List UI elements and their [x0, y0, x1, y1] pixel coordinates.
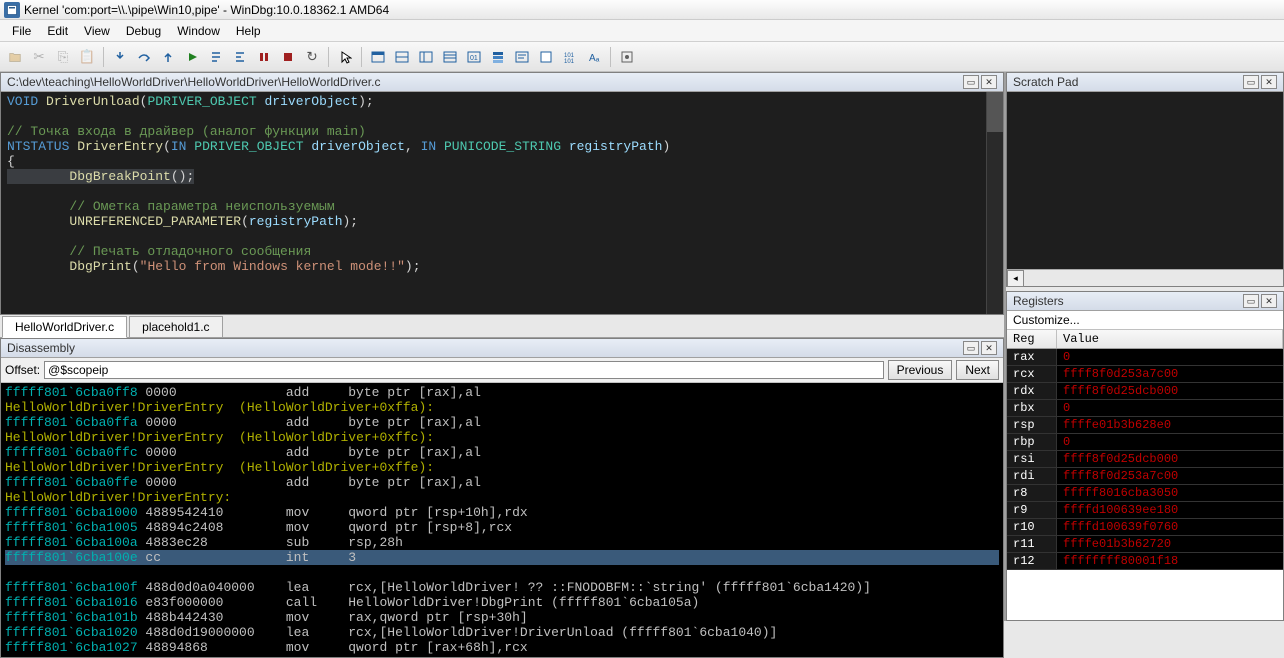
register-row[interactable]: rbp0 [1007, 434, 1283, 451]
dock-icon[interactable]: ▭ [963, 75, 979, 89]
register-row[interactable]: rbx0 [1007, 400, 1283, 417]
command-window-icon[interactable] [367, 46, 389, 68]
titlebar: Kernel 'com:port=\\.\pipe\Win10,pipe' - … [0, 0, 1284, 20]
menubar: FileEditViewDebugWindowHelp [0, 20, 1284, 42]
register-row[interactable]: rcxffff8f0d253a7c00 [1007, 366, 1283, 383]
svg-text:01: 01 [470, 55, 478, 62]
registers-pane: Registers ▭ ✕ Customize... Reg Value rax… [1006, 291, 1284, 621]
offset-label: Offset: [5, 363, 40, 377]
disassembly-listing[interactable]: fffff801`6cba0ff8 0000 add byte ptr [rax… [1, 383, 1003, 657]
register-row[interactable]: rspffffe01b3b628e0 [1007, 417, 1283, 434]
previous-button[interactable]: Previous [888, 360, 953, 380]
source-pane: C:\dev\teaching\HelloWorldDriver\HelloWo… [0, 72, 1004, 315]
close-icon[interactable]: ✕ [981, 341, 997, 355]
asm-mode-icon[interactable]: Aₐ [583, 46, 605, 68]
scratch-window-icon[interactable] [535, 46, 557, 68]
scratchpad-body[interactable]: ◂ [1007, 92, 1283, 286]
toolbar: ✂ ⎘ 📋 ↻ 01 101101 Aₐ [0, 42, 1284, 72]
reg-col-header[interactable]: Reg [1007, 330, 1057, 348]
register-row[interactable]: rdxffff8f0d25dcb000 [1007, 383, 1283, 400]
break-icon[interactable] [253, 46, 275, 68]
menu-debug[interactable]: Debug [118, 22, 169, 40]
registers-window-icon[interactable] [439, 46, 461, 68]
step-into-icon[interactable] [109, 46, 131, 68]
customize-link[interactable]: Customize... [1007, 311, 1283, 330]
copy-icon[interactable]: ⎘ [52, 46, 74, 68]
trace-over-icon[interactable] [229, 46, 251, 68]
register-row[interactable]: rdiffff8f0d253a7c00 [1007, 468, 1283, 485]
register-row[interactable]: rax0 [1007, 349, 1283, 366]
callstack-window-icon[interactable] [487, 46, 509, 68]
dock-icon[interactable]: ▭ [1243, 75, 1259, 89]
tab-placehold1-c[interactable]: placehold1.c [129, 316, 222, 337]
disassembly-pane: Disassembly ▭ ✕ Offset: Previous Next ff… [0, 338, 1004, 658]
registers-title: Registers [1013, 294, 1064, 308]
register-row[interactable]: r12ffffffff80001f18 [1007, 553, 1283, 570]
menu-window[interactable]: Window [169, 22, 228, 40]
restart-icon[interactable]: ↻ [301, 46, 323, 68]
register-row[interactable]: r11ffffe01b3b62720 [1007, 536, 1283, 553]
cursor-icon[interactable] [334, 46, 356, 68]
step-over-icon[interactable] [133, 46, 155, 68]
locals-window-icon[interactable] [415, 46, 437, 68]
source-tabs: HelloWorldDriver.cplacehold1.c [0, 315, 1004, 338]
menu-view[interactable]: View [76, 22, 118, 40]
scratchpad-pane: Scratch Pad ▭ ✕ ◂ [1006, 72, 1284, 287]
cut-icon[interactable]: ✂ [28, 46, 50, 68]
offset-input[interactable] [44, 361, 883, 379]
dock-icon[interactable]: ▭ [963, 341, 979, 355]
close-icon[interactable]: ✕ [981, 75, 997, 89]
svg-text:Aₐ: Aₐ [589, 53, 600, 64]
menu-help[interactable]: Help [228, 22, 269, 40]
watch-window-icon[interactable] [391, 46, 413, 68]
scratchpad-title: Scratch Pad [1013, 75, 1078, 89]
value-col-header[interactable]: Value [1057, 330, 1283, 348]
scrollbar-vertical[interactable] [986, 92, 1003, 314]
scroll-left-icon[interactable]: ◂ [1007, 270, 1024, 287]
disasm-window-icon[interactable] [511, 46, 533, 68]
register-row[interactable]: rsiffff8f0d25dcb000 [1007, 451, 1283, 468]
open-icon[interactable] [4, 46, 26, 68]
register-row[interactable]: r10ffffd100639f0760 [1007, 519, 1283, 536]
run-icon[interactable] [181, 46, 203, 68]
source-mode-icon[interactable]: 101101 [559, 46, 581, 68]
registers-header: Reg Value [1007, 330, 1283, 349]
options-icon[interactable] [616, 46, 638, 68]
menu-file[interactable]: File [4, 22, 39, 40]
source-code[interactable]: VOID DriverUnload(PDRIVER_OBJECT driverO… [1, 92, 1003, 314]
close-icon[interactable]: ✕ [1261, 294, 1277, 308]
scrollbar-horizontal[interactable]: ◂ [1007, 269, 1283, 286]
dock-icon[interactable]: ▭ [1243, 294, 1259, 308]
stop-icon[interactable] [277, 46, 299, 68]
register-row[interactable]: r8fffff8016cba3050 [1007, 485, 1283, 502]
disassembly-title: Disassembly [7, 341, 75, 355]
next-button[interactable]: Next [956, 360, 999, 380]
paste-icon[interactable]: 📋 [76, 46, 98, 68]
menu-edit[interactable]: Edit [39, 22, 76, 40]
app-icon [4, 2, 20, 18]
trace-into-icon[interactable] [205, 46, 227, 68]
register-row[interactable]: r9ffffd100639ee180 [1007, 502, 1283, 519]
source-path: C:\dev\teaching\HelloWorldDriver\HelloWo… [7, 75, 380, 89]
memory-window-icon[interactable]: 01 [463, 46, 485, 68]
step-out-icon[interactable] [157, 46, 179, 68]
tab-helloworlddriver-c[interactable]: HelloWorldDriver.c [2, 316, 127, 338]
svg-text:101: 101 [564, 59, 575, 64]
window-title: Kernel 'com:port=\\.\pipe\Win10,pipe' - … [24, 3, 389, 17]
close-icon[interactable]: ✕ [1261, 75, 1277, 89]
